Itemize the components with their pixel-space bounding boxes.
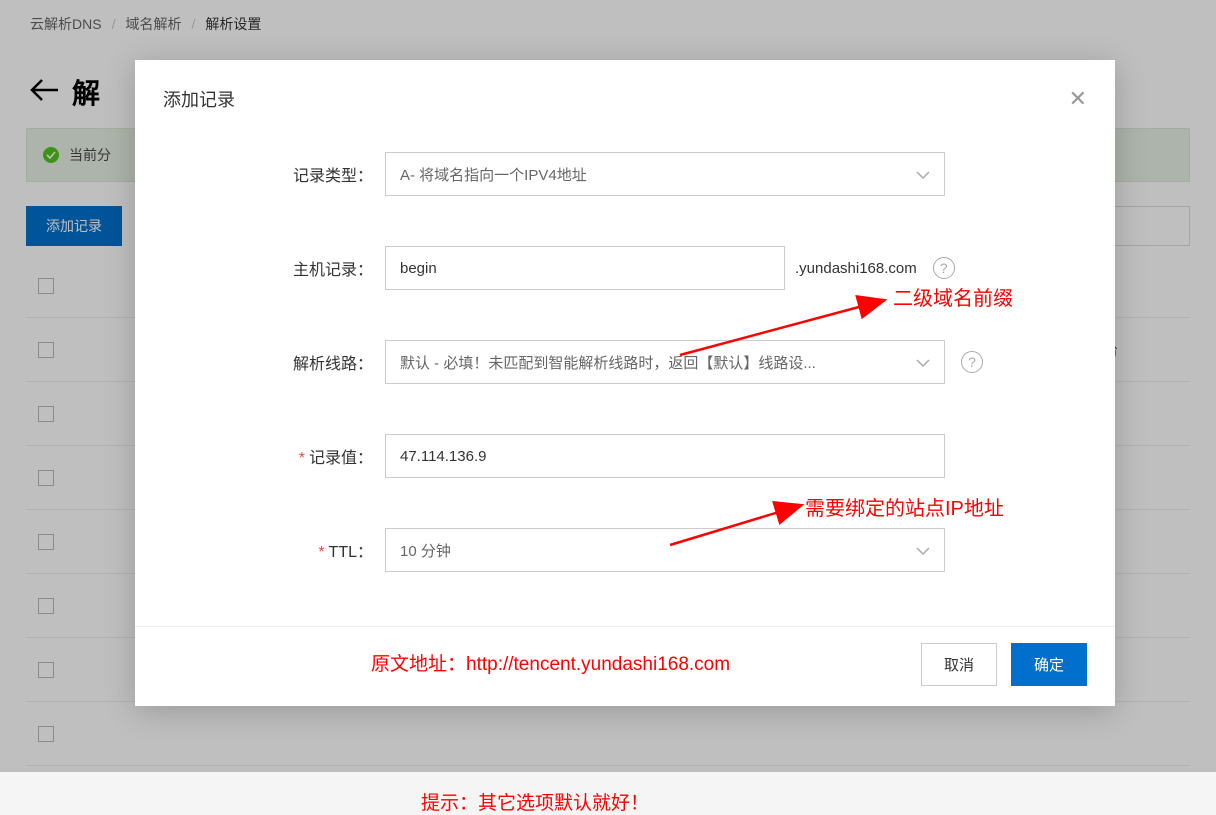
host-record-input-box: [385, 246, 785, 290]
record-type-label: 记录类型：: [195, 162, 385, 186]
record-type-select[interactable]: A- 将域名指向一个IPV4地址: [385, 152, 945, 196]
resolution-line-label: 解析线路：: [195, 350, 385, 374]
record-value-label: *记录值：: [195, 444, 385, 468]
record-type-value: A- 将域名指向一个IPV4地址: [400, 164, 587, 185]
modal-title: 添加记录: [163, 86, 235, 112]
annotation-source: 原文地址：http://tencent.yundashi168.com: [371, 649, 730, 676]
close-icon[interactable]: ✕: [1069, 86, 1087, 112]
resolution-line-select[interactable]: 默认 - 必填！未匹配到智能解析线路时，返回【默认】线路设...: [385, 340, 945, 384]
chevron-down-icon: [916, 354, 930, 371]
ok-button[interactable]: 确定: [1011, 643, 1087, 686]
chevron-down-icon: [916, 166, 930, 183]
ttl-value: 10 分钟: [400, 540, 451, 561]
help-icon[interactable]: ?: [961, 351, 983, 373]
add-record-modal: 添加记录 ✕ 记录类型： A- 将域名指向一个IPV4地址 主机记录： .yun…: [135, 60, 1115, 706]
resolution-line-value: 默认 - 必填！未匹配到智能解析线路时，返回【默认】线路设...: [400, 352, 816, 373]
host-record-input[interactable]: [400, 260, 770, 277]
host-record-label: 主机记录：: [195, 256, 385, 280]
host-suffix: .yundashi168.com: [795, 260, 917, 277]
ttl-label: *TTL：: [195, 538, 385, 562]
annotation-tip: 提示：其它选项默认就好！: [421, 788, 649, 815]
chevron-down-icon: [916, 542, 930, 559]
ttl-select[interactable]: 10 分钟: [385, 528, 945, 572]
record-value-input[interactable]: [400, 448, 930, 465]
record-value-input-box: [385, 434, 945, 478]
cancel-button[interactable]: 取消: [921, 643, 997, 686]
help-icon[interactable]: ?: [933, 257, 955, 279]
